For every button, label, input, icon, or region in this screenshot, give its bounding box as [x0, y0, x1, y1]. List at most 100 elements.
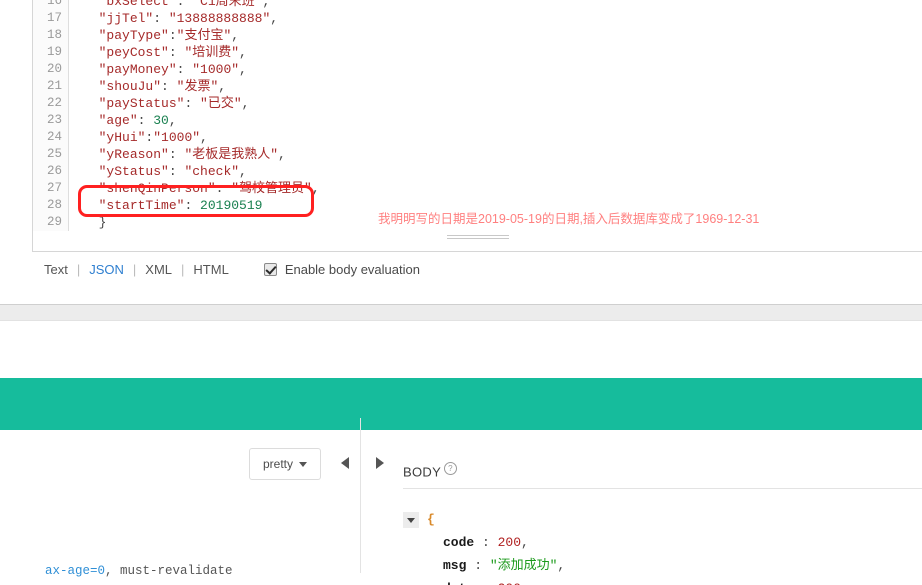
collapse-left-arrow-icon[interactable] [341, 457, 349, 469]
response-json-tree[interactable]: { code : 200,msg : "添加成功",data : 200, [403, 508, 565, 585]
code-line[interactable]: 27 "shenQinPerson": "驾校管理员", [33, 180, 922, 197]
line-number: 28 [33, 197, 69, 214]
code-line-text: "payType":"支付宝", [69, 27, 239, 44]
code-token: "已交" [200, 96, 242, 111]
line-number: 22 [33, 95, 69, 112]
code-lines-container[interactable]: 16 "bxSelect": "C1周末班", 17 "jjTel": "1388… [33, 0, 922, 231]
json-root-line[interactable]: { [403, 508, 565, 531]
code-token: , [239, 164, 247, 179]
app-root: 16 "bxSelect": "C1周末班", 17 "jjTel": "1388… [0, 0, 922, 585]
json-value: 200 [498, 577, 521, 585]
line-number: 19 [33, 44, 69, 61]
code-line[interactable]: 20 "payMoney": "1000", [33, 61, 922, 78]
annotation-note-text: 我明明写的日期是2019-05-19的日期,插入后数据库变成了1969-12-3… [378, 212, 760, 226]
resize-grip-icon[interactable] [446, 235, 509, 241]
json-entry[interactable]: code : 200, [403, 531, 565, 554]
cache-control-header-value: ax-age=0, must-revalidate [0, 550, 233, 585]
code-line-text: "age": 30, [69, 112, 177, 129]
response-viewer-panel: pretty BODY? ax-age=0, must-revalidate {… [0, 418, 922, 585]
enable-body-evaluation-group[interactable]: Enable body evaluation [263, 262, 420, 277]
body-section-header: BODY? [403, 462, 458, 480]
line-number: 29 [33, 214, 69, 231]
code-token: "驾校管理员" [231, 181, 312, 196]
json-key: data [443, 577, 474, 585]
tab-text[interactable]: Text [42, 262, 70, 277]
code-line[interactable]: 16 "bxSelect": "C1周末班", [33, 0, 922, 10]
code-token: "1000" [192, 62, 240, 77]
code-line-text: "startTime": 20190519 [69, 197, 263, 214]
json-entry[interactable]: msg : "添加成功", [403, 554, 565, 577]
response-format-bar: Text | JSON | XML | HTML Enable body eva… [0, 262, 922, 304]
tab-xml[interactable]: XML [143, 262, 174, 277]
expand-right-arrow-icon[interactable] [376, 457, 384, 469]
vertical-divider [360, 418, 361, 573]
code-line-text: "payStatus": "已交", [69, 95, 250, 112]
code-line[interactable]: 24 "yHui":"1000", [33, 129, 922, 146]
code-token: : [153, 11, 169, 26]
line-number: 17 [33, 10, 69, 27]
code-token: "yHui" [98, 130, 146, 145]
code-token: , [311, 181, 320, 196]
json-open-brace: { [427, 512, 435, 527]
line-number: 21 [33, 78, 69, 95]
code-token: , [239, 62, 247, 77]
json-colon: : [466, 558, 490, 573]
json-comma: , [521, 577, 529, 585]
response-toolbar: pretty [0, 448, 922, 502]
code-line[interactable]: 19 "peyCost": "培训费", [33, 44, 922, 61]
code-line-text: "yHui":"1000", [69, 129, 208, 146]
json-colon: : [474, 535, 498, 550]
code-token: "jjTel" [98, 11, 154, 26]
chevron-down-icon [299, 461, 307, 467]
code-token: 30 [153, 113, 169, 128]
code-line-text: "peyCost": "培训费", [69, 44, 247, 61]
json-value: 200 [497, 535, 522, 550]
code-token: : [168, 164, 185, 179]
tab-json[interactable]: JSON [87, 262, 126, 277]
tab-html[interactable]: HTML [191, 262, 230, 277]
code-token: : [184, 96, 201, 111]
code-token: } [98, 215, 107, 230]
code-line[interactable]: 21 "shouJu": "发票", [33, 78, 922, 95]
pretty-format-dropdown[interactable]: pretty [249, 448, 321, 480]
code-token: , [262, 0, 271, 9]
code-token: , [270, 11, 279, 26]
code-token: "age" [98, 113, 138, 128]
code-token: : [215, 181, 232, 196]
separator-3: | [181, 262, 185, 277]
code-token: : [168, 147, 185, 162]
code-line-text: "bxSelect": "C1周末班", [69, 0, 271, 10]
code-token: "yReason" [98, 147, 169, 162]
body-section-label: BODY [403, 464, 442, 480]
code-line[interactable]: 25 "yReason": "老板是我熟人", [33, 146, 922, 163]
checkbox-checked-icon[interactable] [263, 263, 277, 276]
code-token: : [176, 0, 193, 9]
code-token: , [278, 147, 286, 162]
code-token: : [168, 45, 185, 60]
help-icon[interactable]: ? [444, 462, 458, 475]
json-key: msg [443, 558, 467, 573]
code-token: "payMoney" [98, 62, 177, 77]
code-line[interactable]: 22 "payStatus": "已交", [33, 95, 922, 112]
code-line-text: "shenQinPerson": "驾校管理员", [69, 180, 320, 197]
collapse-triangle-icon[interactable] [403, 511, 419, 528]
code-line[interactable]: 26 "yStatus": "check", [33, 163, 922, 180]
brand-green-band [0, 378, 922, 430]
json-entry[interactable]: data : 200, [403, 577, 565, 585]
code-token: "C1周末班" [192, 0, 263, 9]
cache-control-rest: , must-revalidate [105, 564, 233, 578]
code-line-text: "payMoney": "1000", [69, 61, 247, 78]
code-line[interactable]: 23 "age": 30, [33, 112, 922, 129]
json-colon: : [474, 577, 497, 585]
code-token: , [241, 96, 250, 111]
json-key: code [443, 535, 475, 550]
code-token: 20190519 [200, 198, 263, 213]
code-token: "payStatus" [98, 96, 185, 111]
separator-1: | [76, 262, 81, 277]
code-line[interactable]: 18 "payType":"支付宝", [33, 27, 922, 44]
code-token: : [184, 198, 201, 213]
code-token: : [168, 28, 177, 43]
editor-horizontal-scrollbar[interactable] [33, 233, 922, 245]
code-token: "shenQinPerson" [98, 181, 216, 196]
code-line[interactable]: 17 "jjTel": "13888888888", [33, 10, 922, 27]
